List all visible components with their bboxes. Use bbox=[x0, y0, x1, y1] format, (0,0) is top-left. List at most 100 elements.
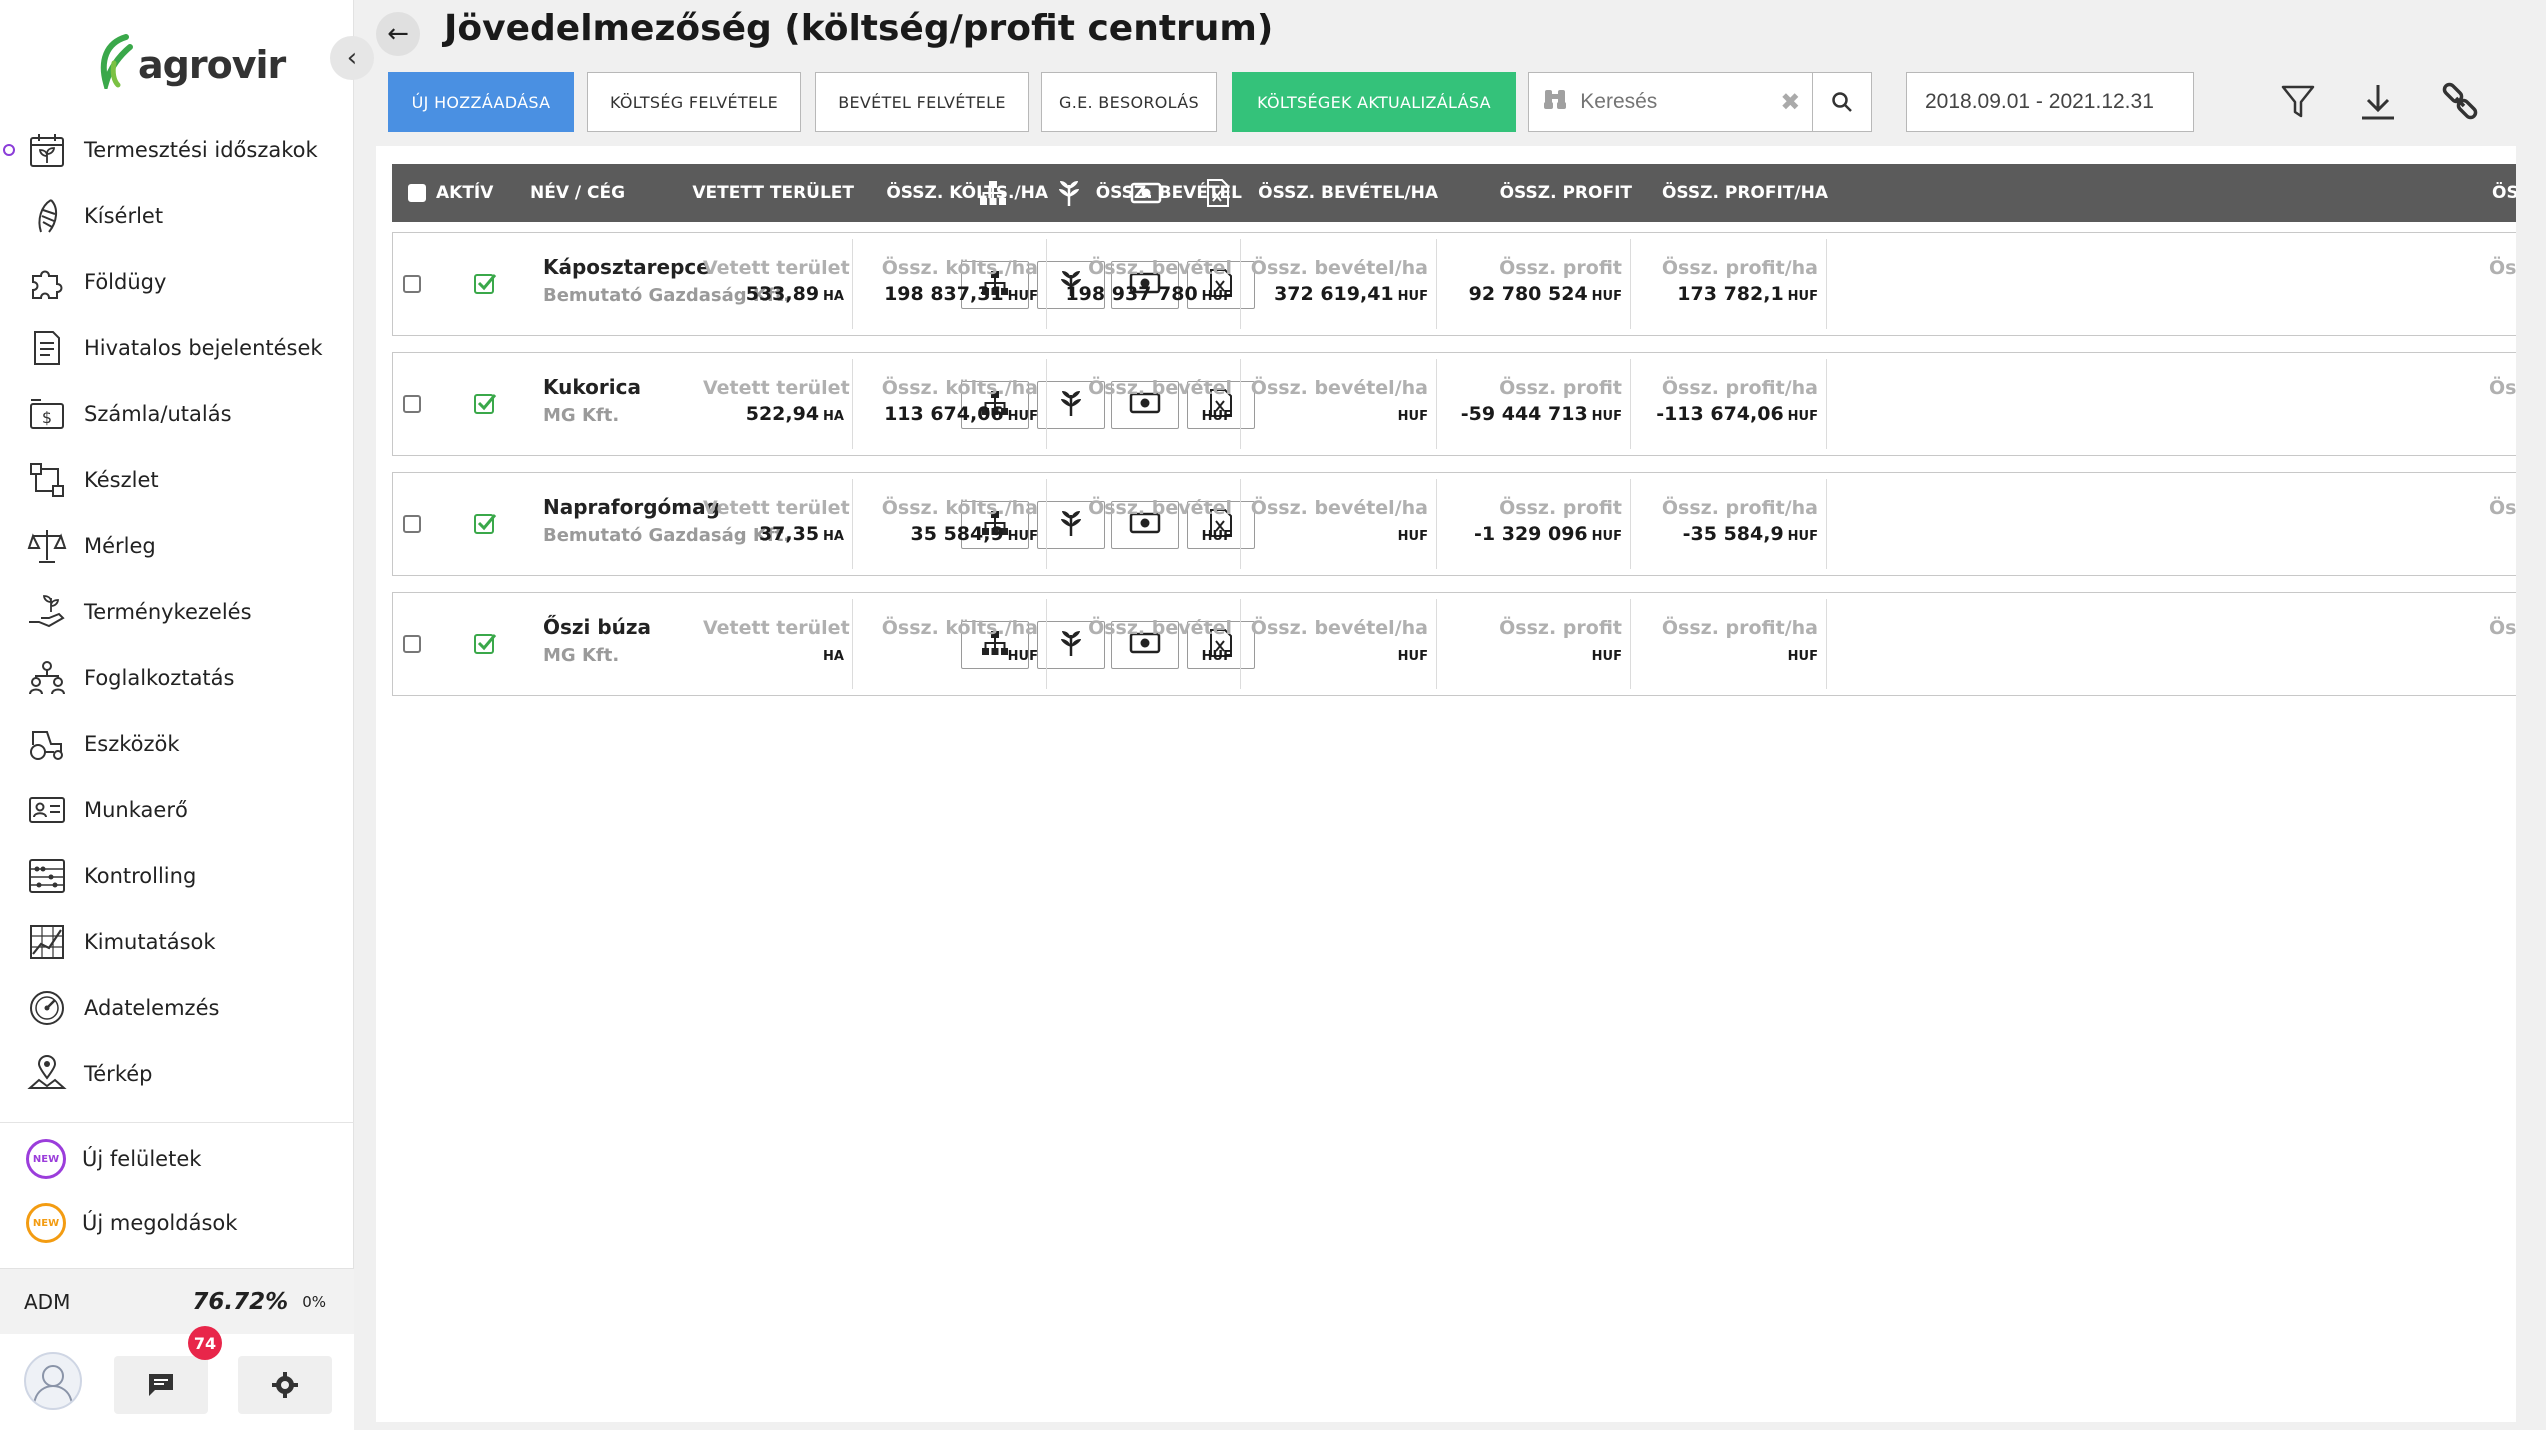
sidebar-item-label: Munkaerő bbox=[84, 798, 188, 822]
sidebar-item[interactable]: Kimutatások bbox=[0, 909, 354, 975]
search-button[interactable] bbox=[1812, 73, 1871, 131]
cell-value: HA bbox=[703, 643, 844, 665]
messages-button[interactable] bbox=[114, 1356, 208, 1414]
sidebar-item[interactable]: Készlet bbox=[0, 447, 354, 513]
funnel-icon bbox=[2281, 85, 2315, 118]
active-indicator-dot bbox=[3, 144, 15, 156]
cell-value: -1 329 096 HUF bbox=[1437, 523, 1622, 545]
col-profit-per-ha[interactable]: ÖSSZ. PROFIT/HA bbox=[1662, 164, 1828, 222]
link-button[interactable] bbox=[2432, 76, 2488, 128]
sidebar-item[interactable]: $ Számla/utalás bbox=[0, 381, 354, 447]
cell-value: -113 674,06 HUF bbox=[1631, 403, 1818, 425]
row-checkbox[interactable] bbox=[403, 635, 421, 653]
cell-label: Össz. bevétel bbox=[1088, 377, 1232, 399]
tractor-icon bbox=[26, 723, 68, 765]
download-button[interactable] bbox=[2350, 76, 2406, 128]
cell-value: HUF bbox=[1241, 403, 1428, 425]
cell-label: Öss bbox=[2489, 377, 2516, 399]
page-title: Jövedelmezőség (költség/profit centrum) bbox=[444, 8, 1274, 49]
table-row[interactable]: Kukorica MG Kft. Vetett terület 522,94 HA Öss… bbox=[392, 352, 2516, 456]
row-name[interactable]: Kukorica bbox=[543, 375, 641, 399]
cell-label: Össz. bevétel/ha bbox=[1250, 617, 1428, 639]
cell-number: -1 329 096 bbox=[1474, 523, 1588, 545]
col-active[interactable]: AKTÍV bbox=[436, 164, 493, 222]
profitability-table-panel: AKTÍV NÉV / CÉG VETETT TERÜLET ÖSSZ. KÖL… bbox=[376, 146, 2516, 1422]
add-new-button[interactable]: ÚJ HOZZÁADÁSA bbox=[388, 72, 574, 132]
sidebar-item[interactable]: Adatelemzés bbox=[0, 975, 354, 1041]
agrovir-logo[interactable]: agrovir bbox=[96, 30, 286, 100]
add-cost-button[interactable]: KÖLTSÉG FELVÉTELE bbox=[587, 72, 801, 132]
col-income[interactable]: ÖSSZ. BEVÉTEL bbox=[1096, 164, 1242, 222]
search-input[interactable] bbox=[1580, 90, 1781, 114]
sidebar-item[interactable]: Termesztési időszakok bbox=[0, 117, 354, 183]
table-row[interactable]: Őszi búza MG Kft. Vetett terület HA Össz. kö… bbox=[392, 592, 2516, 696]
filter-button[interactable] bbox=[2270, 76, 2326, 128]
sidebar-item[interactable]: Kontrolling bbox=[0, 843, 354, 909]
active-check-icon[interactable] bbox=[473, 271, 497, 295]
update-costs-button[interactable]: KÖLTSÉGEK AKTUALIZÁLÁSA bbox=[1232, 72, 1516, 132]
cell-number: 35 584,9 bbox=[910, 523, 1004, 545]
col-profit[interactable]: ÖSSZ. PROFIT bbox=[1500, 164, 1632, 222]
row-name[interactable]: Káposztarepce bbox=[543, 255, 710, 279]
col-more[interactable]: ÖS bbox=[2492, 164, 2516, 222]
new-badge-icon: NEW bbox=[26, 1139, 66, 1179]
sidebar-item[interactable]: Térkép bbox=[0, 1041, 354, 1107]
sidebar-item[interactable]: Hivatalos bejelentések bbox=[0, 315, 354, 381]
sidebar-item-label: Készlet bbox=[84, 468, 159, 492]
sidebar-item[interactable]: Eszközök bbox=[0, 711, 354, 777]
cell-value: 198 937 780 HUF bbox=[1047, 283, 1232, 305]
adm-percent: 76.72% bbox=[192, 1288, 289, 1315]
settings-button[interactable] bbox=[238, 1356, 332, 1414]
cell-area: Vetett terület 37,35 HA bbox=[703, 479, 853, 569]
select-all-checkbox[interactable] bbox=[408, 184, 426, 202]
sidebar-item[interactable]: Kísérlet bbox=[0, 183, 354, 249]
table-row[interactable]: Káposztarepce Bemutató Gazdaság Kft. Vetet… bbox=[392, 232, 2516, 336]
col-cost-per-ha[interactable]: ÖSSZ. KÖLTS./HA bbox=[886, 164, 1048, 222]
col-area[interactable]: VETETT TERÜLET bbox=[692, 164, 854, 222]
row-checkbox[interactable] bbox=[403, 395, 421, 413]
active-check-icon[interactable] bbox=[473, 391, 497, 415]
back-button[interactable]: ← bbox=[376, 12, 420, 56]
sidebar-item-label: Térkép bbox=[84, 1062, 153, 1086]
cell-number: 372 619,41 bbox=[1274, 283, 1394, 305]
row-company: MG Kft. bbox=[543, 405, 620, 426]
cell-label: Össz. költs./ha bbox=[881, 377, 1038, 399]
row-name[interactable]: Őszi búza bbox=[543, 615, 651, 639]
table-row[interactable]: Napraforgómag Bemutató Gazdaság Kft. Vetet… bbox=[392, 472, 2516, 576]
add-income-button[interactable]: BEVÉTEL FELVÉTELE bbox=[815, 72, 1029, 132]
collapse-sidebar-button[interactable]: ‹ bbox=[330, 36, 374, 80]
cell-profit-ha: Össz. profit/ha -35 584,9 HUF bbox=[1631, 479, 1827, 569]
new-solutions-item[interactable]: NEW Új megoldások bbox=[26, 1195, 237, 1251]
cell-label: Vetett terület bbox=[703, 497, 850, 519]
sidebar-item[interactable]: Földügy bbox=[0, 249, 354, 315]
active-check-icon[interactable] bbox=[473, 511, 497, 535]
cell-label: Össz. bevétel bbox=[1088, 617, 1232, 639]
user-avatar[interactable] bbox=[24, 1352, 82, 1410]
clear-search-icon[interactable]: ✖ bbox=[1780, 88, 1800, 116]
active-check-icon[interactable] bbox=[473, 631, 497, 655]
download-icon bbox=[2362, 85, 2394, 120]
ge-classification-button[interactable]: G.E. BESOROLÁS bbox=[1041, 72, 1217, 132]
date-range-field[interactable]: 2018.09.01 - 2021.12.31 bbox=[1906, 72, 2194, 132]
row-checkbox[interactable] bbox=[403, 515, 421, 533]
sidebar-item-label: Számla/utalás bbox=[84, 402, 232, 426]
cell-income-ha: Össz. bevétel/ha HUF bbox=[1241, 479, 1437, 569]
col-income-per-ha[interactable]: ÖSSZ. BEVÉTEL/HA bbox=[1258, 164, 1438, 222]
cell-label: Össz. bevétel/ha bbox=[1250, 497, 1428, 519]
cell-value: HUF bbox=[1241, 523, 1428, 545]
cell-unit: HUF bbox=[1201, 409, 1232, 424]
col-name[interactable]: NÉV / CÉG bbox=[530, 164, 625, 222]
cell-unit: HUF bbox=[1787, 289, 1818, 304]
cell-value: HUF bbox=[1047, 523, 1232, 545]
calendar-leaf-icon bbox=[26, 129, 68, 171]
cell-number: 173 782,1 bbox=[1677, 283, 1784, 305]
cell-value: 35 584,9 HUF bbox=[853, 523, 1038, 545]
sidebar-item[interactable]: Munkaerő bbox=[0, 777, 354, 843]
sidebar-item[interactable]: Foglalkoztatás bbox=[0, 645, 354, 711]
sidebar-item[interactable]: Mérleg bbox=[0, 513, 354, 579]
sidebar-item[interactable]: Terménykezelés bbox=[0, 579, 354, 645]
new-surfaces-item[interactable]: NEW Új felületek bbox=[26, 1131, 201, 1187]
row-name[interactable]: Napraforgómag bbox=[543, 495, 720, 519]
row-checkbox[interactable] bbox=[403, 275, 421, 293]
cell-number: -59 444 713 bbox=[1460, 403, 1588, 425]
